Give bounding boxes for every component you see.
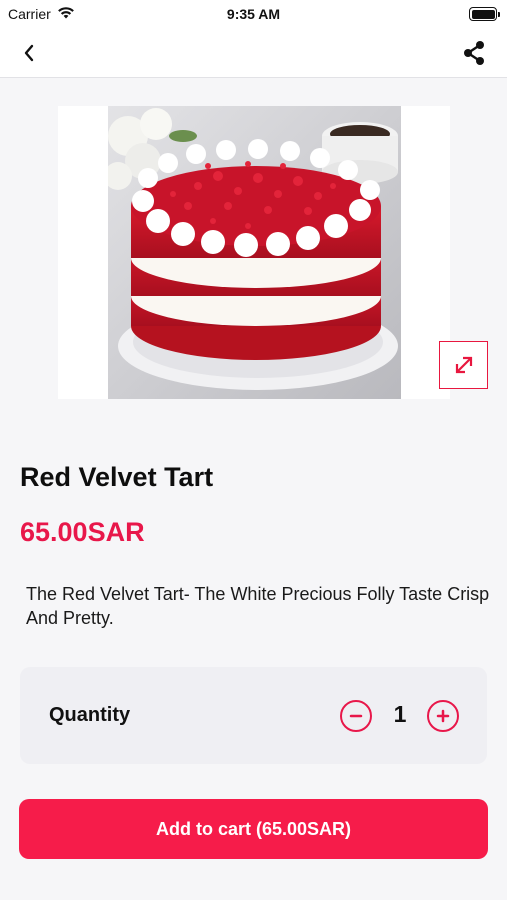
product-title: Red Velvet Tart (20, 462, 214, 492)
product-price: 65.00SAR (20, 517, 145, 547)
quantity-value: 1 (393, 701, 407, 727)
expand-icon (455, 356, 472, 374)
expand-image-button[interactable] (439, 341, 488, 389)
battery-icon (469, 7, 500, 21)
status-bar: Carrier 9:35 AM (0, 0, 507, 28)
share-icon (464, 41, 484, 65)
product-description: The Red Velvet Tart- The White Precious … (26, 584, 490, 628)
chevron-left-icon (24, 44, 34, 62)
minus-icon (349, 714, 363, 718)
share-button[interactable] (459, 38, 489, 68)
carrier-label: Carrier (8, 6, 51, 22)
quantity-card: Quantity 1 (20, 667, 487, 764)
wifi-icon (57, 6, 75, 22)
increase-quantity-button[interactable] (427, 700, 459, 732)
quantity-label: Quantity (49, 704, 131, 726)
back-button[interactable] (14, 40, 44, 66)
nav-bar (0, 28, 507, 78)
status-left: Carrier (8, 6, 75, 22)
plus-icon (436, 709, 450, 723)
product-image[interactable] (108, 106, 401, 399)
decrease-quantity-button[interactable] (340, 700, 372, 732)
add-to-cart-button[interactable]: Add to cart (65.00SAR) (19, 799, 488, 859)
status-time: 9:35 AM (226, 6, 281, 22)
product-image-card (58, 106, 450, 399)
